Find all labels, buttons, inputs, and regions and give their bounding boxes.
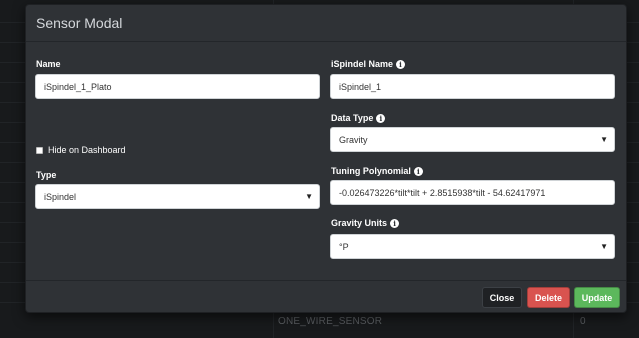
hide-on-dashboard-checkbox[interactable] (36, 146, 43, 154)
info-icon[interactable]: i (396, 59, 406, 69)
ispindel-name-label: iSpindel Name i (331, 59, 406, 69)
info-icon[interactable]: i (376, 113, 386, 123)
tuning-polynomial-label: Tuning Polynomial i (331, 166, 423, 176)
name-label: Name (36, 59, 61, 69)
name-input[interactable]: iSpindel_1_Plato (35, 74, 320, 99)
info-icon[interactable]: i (413, 166, 423, 176)
hide-on-dashboard-label: Hide on Dashboard (48, 145, 126, 155)
name-label-text: Name (36, 59, 61, 69)
data-type-label: Data Type i (331, 113, 386, 123)
close-button[interactable]: Close (482, 287, 522, 308)
tuning-polynomial-input-value: -0.026473226*tilt*tilt + 2.8515938*tilt … (339, 187, 546, 198)
data-type-label-text: Data Type (331, 113, 374, 123)
tuning-polynomial-input[interactable]: -0.026473226*tilt*tilt + 2.8515938*tilt … (330, 180, 615, 205)
gravity-units-select-value: °P (339, 241, 349, 252)
caret-down-icon: ▼ (305, 192, 313, 201)
sensor-modal: Sensor Modal Name iSpindel_1_Plato Hide … (25, 4, 627, 313)
data-type-select-value: Gravity (339, 134, 368, 145)
type-select-value: iSpindel (44, 191, 77, 202)
caret-down-icon: ▼ (600, 242, 608, 251)
gravity-units-select[interactable]: °P ▼ (330, 234, 615, 259)
modal-title: Sensor Modal (36, 15, 123, 31)
name-input-value: iSpindel_1_Plato (44, 81, 112, 92)
type-label: Type (36, 170, 56, 180)
hide-on-dashboard-row[interactable]: Hide on Dashboard (36, 145, 126, 155)
type-select[interactable]: iSpindel ▼ (35, 184, 320, 209)
data-type-select[interactable]: Gravity ▼ (330, 127, 615, 152)
modal-header: Sensor Modal (26, 5, 626, 42)
ispindel-name-label-text: iSpindel Name (331, 59, 394, 69)
gravity-units-label-text: Gravity Units (331, 218, 388, 228)
update-button[interactable]: Update (574, 287, 620, 308)
caret-down-icon: ▼ (600, 135, 608, 144)
info-icon[interactable]: i (390, 218, 400, 228)
modal-body: Name iSpindel_1_Plato Hide on Dashboard … (26, 42, 626, 282)
tuning-polynomial-label-text: Tuning Polynomial (331, 166, 411, 176)
gravity-units-label: Gravity Units i (331, 218, 400, 228)
delete-button[interactable]: Delete (527, 287, 570, 308)
ispindel-name-input[interactable]: iSpindel_1 (330, 74, 615, 99)
ispindel-name-input-value: iSpindel_1 (339, 81, 382, 92)
type-label-text: Type (36, 170, 57, 180)
modal-footer: Close Delete Update (26, 280, 626, 312)
